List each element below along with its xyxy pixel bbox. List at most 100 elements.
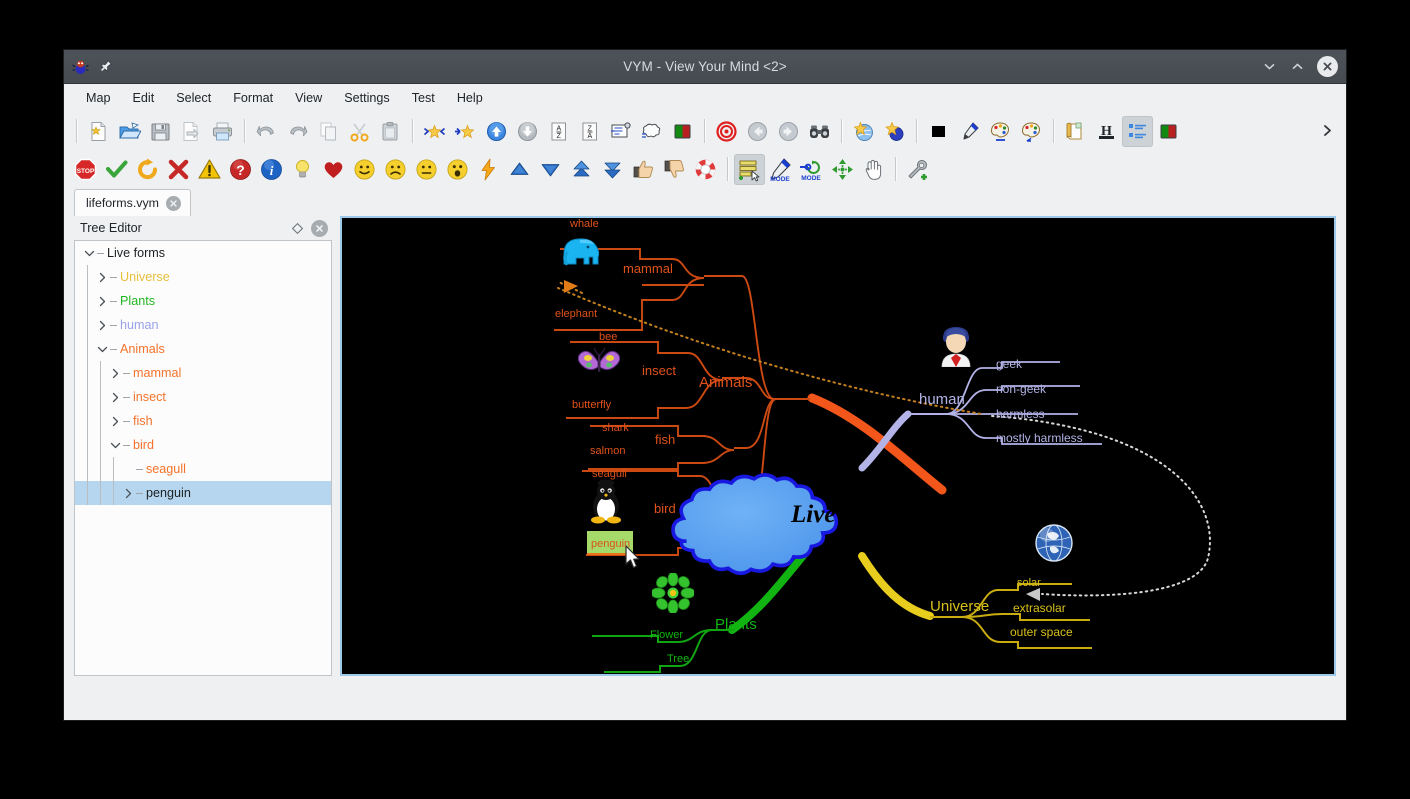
- set-color-button[interactable]: [985, 116, 1016, 147]
- slide-editor-button[interactable]: [1153, 116, 1184, 147]
- map-node-whale[interactable]: whale: [570, 218, 599, 230]
- chevron-right-icon[interactable]: [107, 409, 123, 433]
- collapse-branch-button[interactable]: [450, 116, 481, 147]
- map-node-non-geek[interactable]: non-geek: [996, 382, 1046, 396]
- note-editor-button[interactable]: [1060, 116, 1091, 147]
- sort-az-button[interactable]: A Z: [543, 116, 574, 147]
- map-node-human[interactable]: human: [919, 391, 965, 408]
- chevron-right-icon[interactable]: [94, 265, 110, 289]
- flag-question-button[interactable]: ?: [225, 154, 256, 185]
- tree-item-seagull[interactable]: seagull: [75, 457, 331, 481]
- flag-idea-button[interactable]: [287, 154, 318, 185]
- flag-surprised-button[interactable]: [442, 154, 473, 185]
- map-node-animals[interactable]: Animals: [699, 374, 752, 391]
- flag-flash-button[interactable]: [473, 154, 504, 185]
- map-node-mostly-harmless[interactable]: mostly harmless: [996, 431, 1083, 445]
- minimize-button[interactable]: [1261, 58, 1278, 75]
- map-node-tree[interactable]: Tree: [667, 653, 689, 665]
- tree-editor-close-button[interactable]: [310, 219, 328, 237]
- frame-color-button[interactable]: [667, 116, 698, 147]
- chevron-down-icon[interactable]: [94, 337, 110, 361]
- tree-item-penguin[interactable]: penguin: [75, 481, 331, 505]
- flag-thumb-up-button[interactable]: [628, 154, 659, 185]
- text-color-button[interactable]: [923, 116, 954, 147]
- history-back-button[interactable]: [742, 116, 773, 147]
- add-note-button[interactable]: [605, 116, 636, 147]
- toolbar-overflow-button[interactable]: [1314, 115, 1340, 145]
- unscroll-branch-button[interactable]: [879, 116, 910, 147]
- scroll-branch-button[interactable]: [848, 116, 879, 147]
- cut-button[interactable]: [344, 116, 375, 147]
- menu-help[interactable]: Help: [446, 87, 494, 109]
- flag-arrow-up-button[interactable]: [504, 154, 535, 185]
- chevron-right-icon[interactable]: [120, 481, 136, 505]
- chevron-right-icon[interactable]: [94, 313, 110, 337]
- chevron-right-icon[interactable]: [107, 361, 123, 385]
- flag-cancel-button[interactable]: [163, 154, 194, 185]
- tree-item-bird[interactable]: bird: [75, 433, 331, 457]
- flag-arrow-2down-button[interactable]: [597, 154, 628, 185]
- tree-item-insect[interactable]: insect: [75, 385, 331, 409]
- flag-arrow-2up-button[interactable]: [566, 154, 597, 185]
- open-map-button[interactable]: [114, 116, 145, 147]
- mode-select-button[interactable]: [734, 153, 765, 185]
- menu-select[interactable]: Select: [165, 87, 222, 109]
- mode-link-button[interactable]: MODE: [796, 154, 827, 185]
- flag-info-button[interactable]: i: [256, 154, 287, 185]
- map-node-penguin[interactable]: penguin: [591, 538, 630, 550]
- chevron-right-icon[interactable]: [94, 289, 110, 313]
- flag-lifebelt-button[interactable]: [690, 154, 721, 185]
- flag-rotate-button[interactable]: [132, 154, 163, 185]
- mindmap-canvas[interactable]: Animals mammal whale elephant insect bee butte…: [340, 216, 1336, 676]
- flag-smile-button[interactable]: [349, 154, 380, 185]
- tree-item-plants[interactable]: Plants: [75, 289, 331, 313]
- color-picker-button[interactable]: [954, 116, 985, 147]
- map-node-elephant[interactable]: elephant: [555, 308, 597, 320]
- map-node-flower[interactable]: Flower: [650, 629, 683, 641]
- mode-pan-button[interactable]: [858, 154, 889, 185]
- chevron-down-icon[interactable]: [81, 241, 97, 265]
- tree-list[interactable]: Live forms Universe Plants human Animals mamm…: [74, 240, 332, 676]
- save-map-button[interactable]: [145, 116, 176, 147]
- flag-arrow-down-button[interactable]: [535, 154, 566, 185]
- flag-ok-button[interactable]: [101, 154, 132, 185]
- undo-button[interactable]: [251, 116, 282, 147]
- map-node-bird[interactable]: bird: [654, 501, 676, 516]
- map-node-extrasolar[interactable]: extrasolar: [1013, 601, 1066, 615]
- tree-item-human[interactable]: human: [75, 313, 331, 337]
- redo-button[interactable]: [282, 116, 313, 147]
- chevron-down-icon[interactable]: [107, 433, 123, 457]
- move-up-button[interactable]: [481, 116, 512, 147]
- map-node-universe[interactable]: Universe: [930, 598, 989, 615]
- tree-editor-button[interactable]: [1122, 115, 1153, 147]
- tree-item-live-forms[interactable]: Live forms: [75, 241, 331, 265]
- sort-za-button[interactable]: Z A: [574, 116, 605, 147]
- find-button[interactable]: [804, 116, 835, 147]
- map-node-harmless[interactable]: harmless: [996, 407, 1045, 421]
- chevron-right-icon[interactable]: [107, 385, 123, 409]
- tree-item-fish[interactable]: fish: [75, 409, 331, 433]
- map-node-mammal[interactable]: mammal: [623, 261, 673, 276]
- zoom-reset-button[interactable]: [711, 116, 742, 147]
- map-node-shark[interactable]: shark: [602, 422, 629, 434]
- set-branch-color-button[interactable]: [1016, 116, 1047, 147]
- paste-button[interactable]: [375, 116, 406, 147]
- menu-test[interactable]: Test: [401, 87, 446, 109]
- new-map-button[interactable]: [83, 116, 114, 147]
- heading-editor-button[interactable]: H: [1091, 116, 1122, 147]
- map-node-solar[interactable]: solar: [1017, 577, 1041, 589]
- map-node-seagull[interactable]: seagull: [592, 468, 627, 480]
- menu-view[interactable]: View: [284, 87, 333, 109]
- map-node-plants[interactable]: Plants: [715, 616, 757, 633]
- map-node-salmon[interactable]: salmon: [590, 445, 625, 457]
- flag-neutral-button[interactable]: [411, 154, 442, 185]
- map-node-fish[interactable]: fish: [655, 432, 675, 447]
- close-button[interactable]: [1317, 56, 1338, 77]
- history-forward-button[interactable]: [773, 116, 804, 147]
- settings-tool-button[interactable]: [902, 154, 933, 185]
- float-diamond-icon[interactable]: [288, 219, 306, 237]
- move-down-button[interactable]: [512, 116, 543, 147]
- menu-edit[interactable]: Edit: [122, 87, 166, 109]
- menu-format[interactable]: Format: [222, 87, 284, 109]
- tab-close-icon[interactable]: [165, 195, 181, 211]
